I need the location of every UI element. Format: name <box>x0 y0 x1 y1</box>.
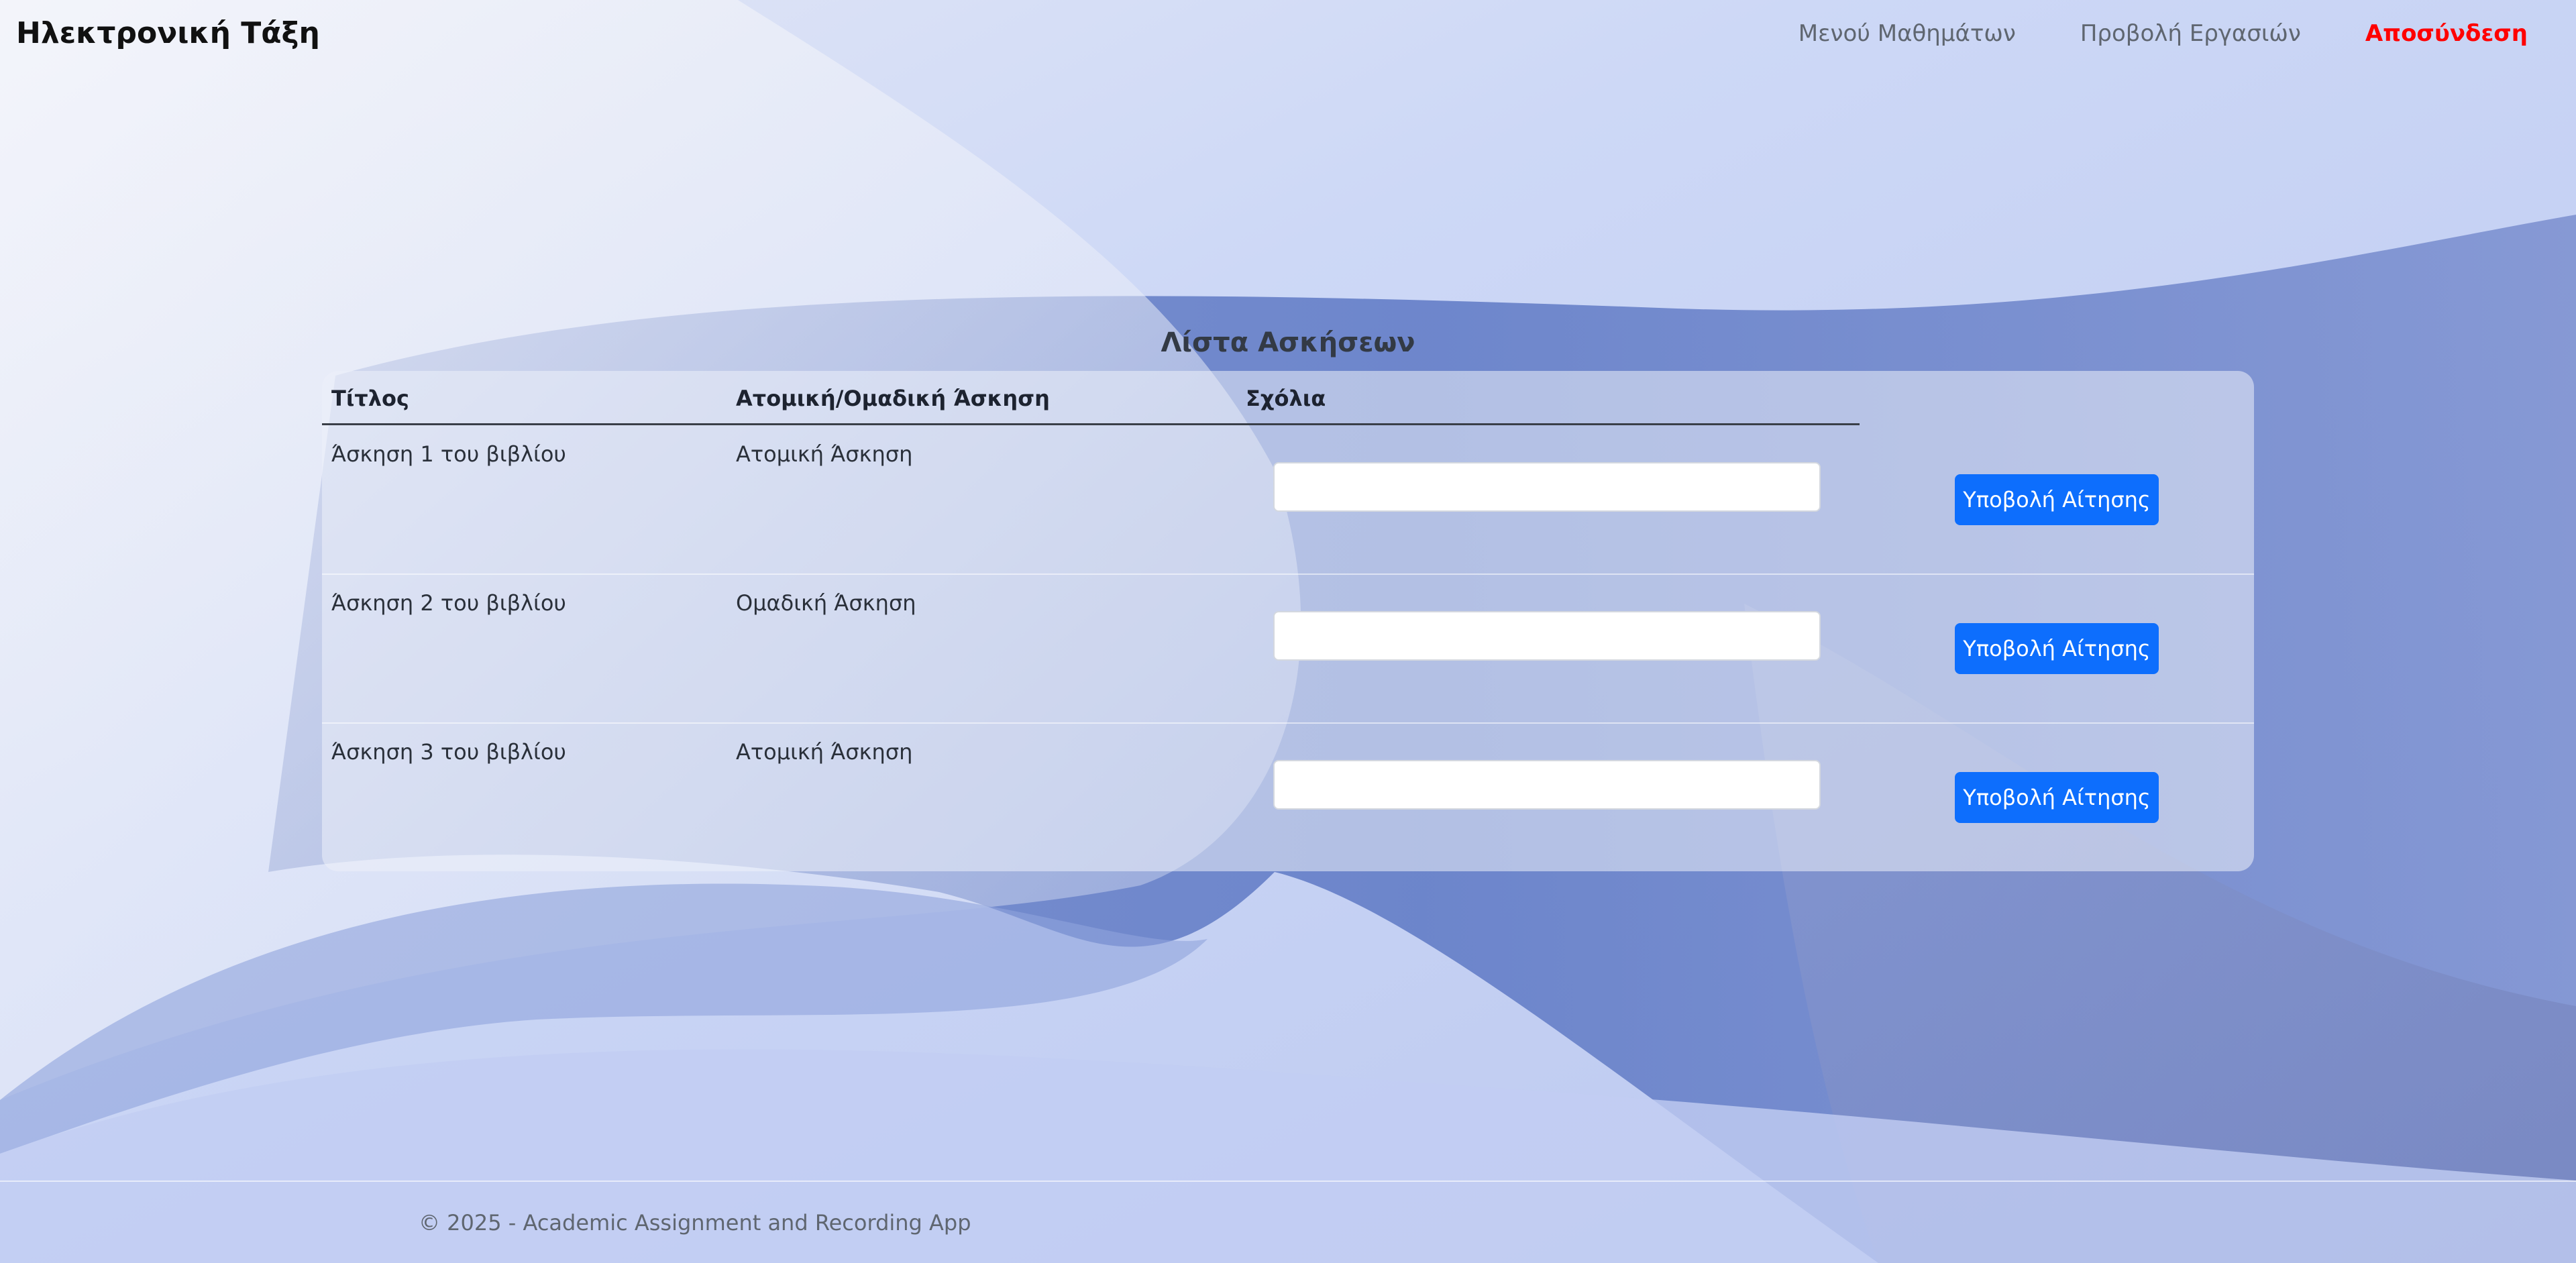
submit-request-button[interactable]: Υποβολή Αίτησης <box>1955 623 2159 674</box>
footer-copyright: © 2025 - Academic Assignment and Recordi… <box>419 1210 971 1235</box>
nav-links: Μενού Μαθημάτων Προβολή Εργασιών Αποσύνδ… <box>1799 17 2528 50</box>
table-row: Άσκηση 2 του βιβλίου Ομαδική Άσκηση Υποβ… <box>322 573 2254 724</box>
column-header-type: Ατομική/Ομαδική Άσκηση <box>736 386 1050 411</box>
comment-input[interactable] <box>1273 760 1821 810</box>
exercise-title: Άσκηση 3 του βιβλίου <box>331 739 566 765</box>
nav-link-view-assignments[interactable]: Προβολή Εργασιών <box>2080 17 2301 50</box>
brand-logo-link[interactable]: Ηλεκτρονική Τάξη <box>16 15 320 52</box>
page-footer: © 2025 - Academic Assignment and Recordi… <box>0 1180 2576 1263</box>
submit-request-button[interactable]: Υποβολή Αίτησης <box>1955 474 2159 525</box>
exercise-type: Ομαδική Άσκηση <box>736 590 916 616</box>
table-header-row: Τίτλος Ατομική/Ομαδική Άσκηση Σχόλια <box>322 371 1860 425</box>
submit-request-button[interactable]: Υποβολή Αίτησης <box>1955 772 2159 823</box>
exercise-type: Ατομική Άσκηση <box>736 441 913 467</box>
column-header-comments: Σχόλια <box>1246 386 1326 411</box>
exercise-title: Άσκηση 1 του βιβλίου <box>331 441 566 467</box>
exercise-title: Άσκηση 2 του βιβλίου <box>331 590 566 616</box>
comment-input[interactable] <box>1273 611 1821 661</box>
comment-input[interactable] <box>1273 462 1821 512</box>
page-title: Λίστα Ασκήσεων <box>1161 327 1415 358</box>
column-header-title: Τίτλος <box>331 386 409 411</box>
nav-link-courses-menu[interactable]: Μενού Μαθημάτων <box>1799 17 2016 50</box>
nav-link-logout[interactable]: Αποσύνδεση <box>2365 17 2528 50</box>
table-row: Άσκηση 1 του βιβλίου Ατομική Άσκηση Υποβ… <box>322 425 2254 575</box>
exercise-type: Ατομική Άσκηση <box>736 739 913 765</box>
table-row: Άσκηση 3 του βιβλίου Ατομική Άσκηση Υποβ… <box>322 722 2254 871</box>
exercises-table: Τίτλος Ατομική/Ομαδική Άσκηση Σχόλια Άσκ… <box>322 371 2254 871</box>
top-navbar: Ηλεκτρονική Τάξη Μενού Μαθημάτων Προβολή… <box>0 0 2576 67</box>
